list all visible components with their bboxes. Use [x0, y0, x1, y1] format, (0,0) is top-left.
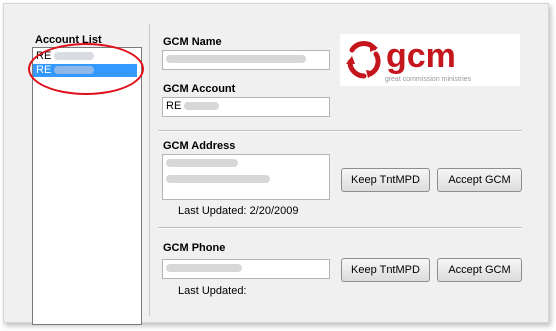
account-prefix: RE — [36, 50, 52, 62]
redacted-phone — [166, 264, 242, 273]
account-prefix: RE — [36, 64, 52, 76]
last-updated-value: 2/20/2009 — [249, 205, 299, 217]
accept-gcm-phone-button[interactable]: Accept GCM — [437, 258, 522, 282]
account-list-label: Account List — [35, 34, 102, 46]
redacted-address-line — [166, 175, 270, 184]
logo-tagline: great commission ministries — [385, 76, 472, 83]
list-item[interactable]: RE — [33, 50, 137, 63]
list-item-selected[interactable]: RE — [33, 64, 137, 77]
redacted-account-number — [54, 52, 95, 61]
last-updated-label: Last Updated: — [178, 205, 247, 217]
divider — [158, 130, 522, 132]
gcm-logo: gcm great commission ministries — [340, 34, 520, 86]
redacted-name — [166, 55, 306, 64]
gcm-name-field[interactable] — [162, 50, 330, 70]
gcm-address-field[interactable] — [162, 154, 330, 200]
gcm-address-label: GCM Address — [163, 140, 236, 152]
last-updated-label: Last Updated: — [178, 285, 247, 297]
gcm-swirl-logo-icon: gcm great commission ministries — [346, 37, 472, 83]
gcm-name-label: GCM Name — [163, 36, 222, 48]
divider — [158, 227, 522, 229]
redacted-account-number — [184, 102, 220, 111]
redacted-address-line — [166, 159, 238, 168]
redacted-account-number — [54, 66, 95, 75]
gcm-phone-label: GCM Phone — [163, 242, 226, 254]
keep-tntmpd-phone-button[interactable]: Keep TntMPD — [341, 258, 430, 282]
gcm-account-label: GCM Account — [163, 83, 236, 95]
gcm-phone-field[interactable] — [162, 259, 330, 279]
accept-gcm-address-button[interactable]: Accept GCM — [437, 168, 522, 192]
address-last-updated: Last Updated: 2/20/2009 — [178, 205, 299, 217]
account-listbox[interactable]: RE RE — [32, 47, 142, 325]
phone-last-updated: Last Updated: — [178, 285, 247, 297]
logo-wordmark: gcm — [386, 37, 456, 75]
account-prefix: RE — [166, 100, 182, 112]
keep-tntmpd-address-button[interactable]: Keep TntMPD — [341, 168, 430, 192]
gcm-account-field[interactable]: RE — [162, 97, 330, 117]
